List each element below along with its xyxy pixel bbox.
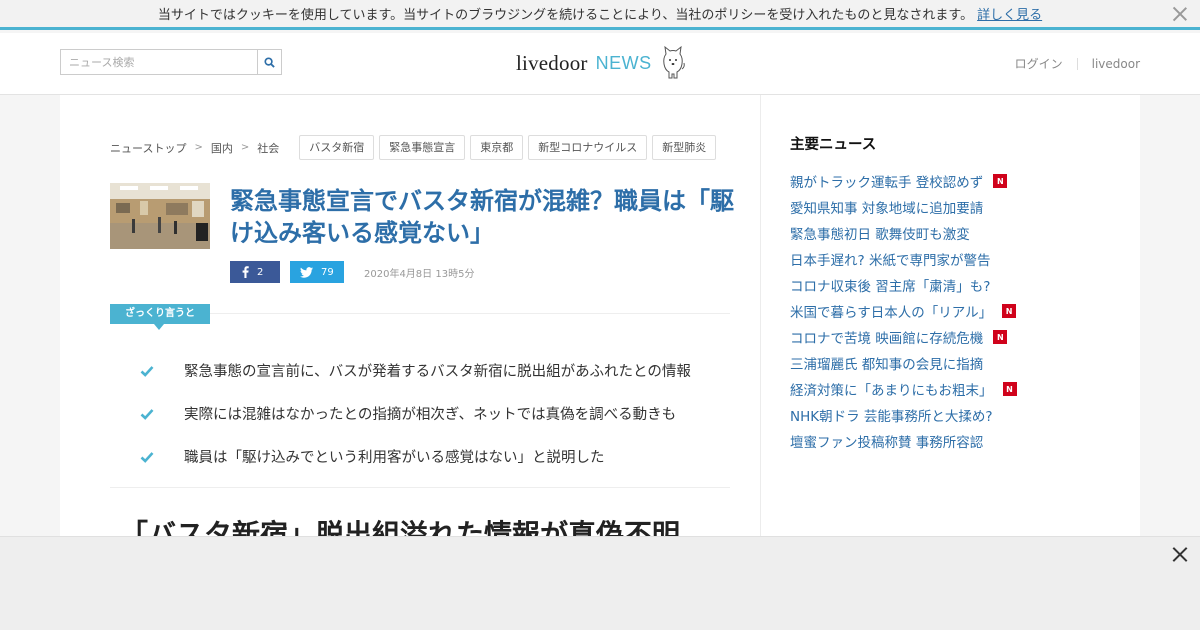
sidebar-divider: [760, 95, 761, 536]
search-input[interactable]: [61, 50, 258, 74]
news-item[interactable]: コロナ収束後 習主席「粛清」も?: [790, 272, 1090, 298]
logo-livedoor: livedoor: [516, 50, 588, 75]
check-icon: [140, 451, 154, 463]
tag-item[interactable]: 緊急事態宣言: [379, 135, 466, 160]
close-icon[interactable]: [1172, 546, 1188, 562]
breadcrumb-top[interactable]: ニューストップ: [110, 140, 186, 156]
news-item-title: 日本手遅れ? 米紙で専門家が警告: [790, 253, 991, 269]
news-item[interactable]: 親がトラック運転手 登校認めず N: [790, 168, 1090, 194]
chevron-right-icon: >: [194, 142, 203, 153]
facebook-share-button[interactable]: 2: [230, 261, 280, 283]
news-item-title: コロナで苦境 映画館に存続危機: [790, 331, 984, 347]
news-item-title: 親がトラック運転手 登校認めず: [790, 175, 984, 191]
livedoor-link[interactable]: livedoor: [1092, 57, 1140, 71]
summary-list: 緊急事態の宣言前に、バスが発着するバスタ新宿に脱出組があふれたとの情報 実際には…: [140, 349, 691, 478]
tag-item[interactable]: 新型肺炎: [652, 135, 717, 160]
breadcrumb-row: ニューストップ > 国内 > 社会 バスタ新宿 緊急事態宣言 東京都 新型コロナ…: [110, 135, 721, 160]
news-item[interactable]: 経済対策に「あまりにもお粗末」 N: [790, 376, 1090, 402]
tag-item[interactable]: 新型コロナウイルス: [528, 135, 648, 160]
search-form: [60, 49, 282, 75]
tag-item[interactable]: 東京都: [470, 135, 524, 160]
news-item-title: NHK朝ドラ 芸能事務所と大揉め?: [790, 409, 993, 425]
main-content: ニューストップ > 国内 > 社会 バスタ新宿 緊急事態宣言 東京都 新型コロナ…: [60, 95, 1140, 551]
search-icon: [264, 56, 275, 68]
twitter-share-count: 79: [321, 266, 334, 278]
news-item[interactable]: 米国で暮らす日本人の「リアル」 N: [790, 298, 1090, 324]
news-item-title: 米国で暮らす日本人の「リアル」: [790, 305, 993, 321]
breadcrumb-society[interactable]: 社会: [257, 140, 279, 156]
news-item-title: 壇蜜ファン投稿称賛 事務所容認: [790, 435, 984, 451]
news-item[interactable]: 三浦瑠麗氏 都知事の会見に指摘: [790, 350, 1090, 376]
site-header: livedoor NEWS ログイン livedoor: [0, 33, 1200, 95]
breadcrumb-domestic[interactable]: 国内: [211, 140, 233, 156]
new-badge: N: [993, 174, 1008, 188]
twitter-icon: [300, 266, 313, 278]
news-item-title: コロナ収束後 習主席「粛清」も?: [790, 279, 991, 295]
article-date: 2020年4月8日 13時5分: [364, 268, 475, 280]
cookie-banner: 当サイトではクッキーを使用しています。当サイトのブラウジングを続けることにより、…: [0, 0, 1200, 30]
news-item-title: 経済対策に「あまりにもお粗末」: [790, 383, 993, 399]
summary-label: ざっくり言うと: [110, 304, 210, 330]
news-list: 親がトラック運転手 登校認めず N 愛知県知事 対象地域に追加要請 緊急事態初日 歌舞…: [790, 168, 1090, 454]
summary-text: 緊急事態の宣言前に、バスが発着するバスタ新宿に脱出組があふれたとの情報: [184, 364, 691, 380]
summary-text: 職員は「駆け込みでという利用客がいる感覚はない」と説明した: [184, 450, 605, 466]
article-headline: 緊急事態宣言でバスタ新宿が混雑？職員は「駆け込み客いる感覚ない」: [230, 187, 734, 247]
dog-mascot-icon: [662, 45, 685, 79]
sidebar-title: 主要ニュース: [790, 137, 877, 153]
new-badge: N: [993, 330, 1008, 344]
facebook-icon: [242, 266, 249, 278]
twitter-share-button[interactable]: 79: [290, 261, 344, 283]
news-item[interactable]: 日本手遅れ? 米紙で専門家が警告: [790, 246, 1090, 272]
header-links: ログイン livedoor: [1015, 55, 1140, 72]
chevron-right-icon: >: [240, 142, 250, 153]
news-item-title: 三浦瑠麗氏 都知事の会見に指摘: [790, 357, 984, 373]
tag-item[interactable]: バスタ新宿: [299, 135, 375, 160]
news-item[interactable]: コロナで苦境 映画館に存続危機 N: [790, 324, 1090, 350]
article-divider: [110, 487, 730, 488]
summary-item: 職員は「駆け込みでという利用客がいる感覚はない」と説明した: [140, 435, 691, 478]
summary-item: 実際には混雑はなかったとの指摘が相次ぎ、ネットでは真偽を調べる動きも: [140, 392, 691, 435]
news-item-title: 愛知県知事 対象地域に追加要請: [790, 201, 984, 217]
news-item-title: 緊急事態初日 歌舞伎町も激変: [790, 227, 970, 243]
header-divider: [1076, 57, 1078, 70]
logo-news: NEWS: [595, 52, 652, 73]
summary-item: 緊急事態の宣言前に、バスが発着するバスタ新宿に脱出組があふれたとの情報: [140, 349, 691, 392]
cookie-message: 当サイトではクッキーを使用しています。当サイトのブラウジングを続けることにより、…: [157, 8, 974, 23]
search-button[interactable]: [257, 50, 281, 74]
bottom-ad-overlay: [0, 536, 1200, 630]
facebook-share-count: 2: [257, 266, 264, 278]
tag-list: バスタ新宿 緊急事態宣言 東京都 新型コロナウイルス 新型肺炎: [299, 135, 721, 160]
article-thumbnail[interactable]: [110, 183, 210, 249]
new-badge: N: [1002, 382, 1017, 396]
cookie-more-link[interactable]: 詳しく見る: [977, 4, 1042, 23]
news-item[interactable]: NHK朝ドラ 芸能事務所と大揉め?: [790, 402, 1090, 428]
news-item[interactable]: 緊急事態初日 歌舞伎町も激変: [790, 220, 1090, 246]
summary-divider: [210, 313, 730, 314]
news-item[interactable]: 愛知県知事 対象地域に追加要請: [790, 194, 1090, 220]
login-link[interactable]: ログイン: [1015, 55, 1063, 72]
site-logo[interactable]: livedoor NEWS: [516, 43, 686, 83]
new-badge: N: [1002, 304, 1017, 318]
cookie-close-icon[interactable]: [1172, 6, 1188, 22]
check-icon: [140, 408, 154, 420]
station-photo: [110, 183, 210, 249]
summary-text: 実際には混雑はなかったとの指摘が相次ぎ、ネットでは真偽を調べる動きも: [184, 407, 677, 423]
check-icon: [140, 365, 154, 377]
share-row: 2 79 2020年4月8日 13時5分: [230, 261, 474, 283]
news-item[interactable]: 壇蜜ファン投稿称賛 事務所容認: [790, 428, 1090, 454]
sidebar-top-news: 主要ニュース 親がトラック運転手 登校認めず N 愛知県知事 対象地域に追加要請 緊急…: [790, 133, 1090, 454]
